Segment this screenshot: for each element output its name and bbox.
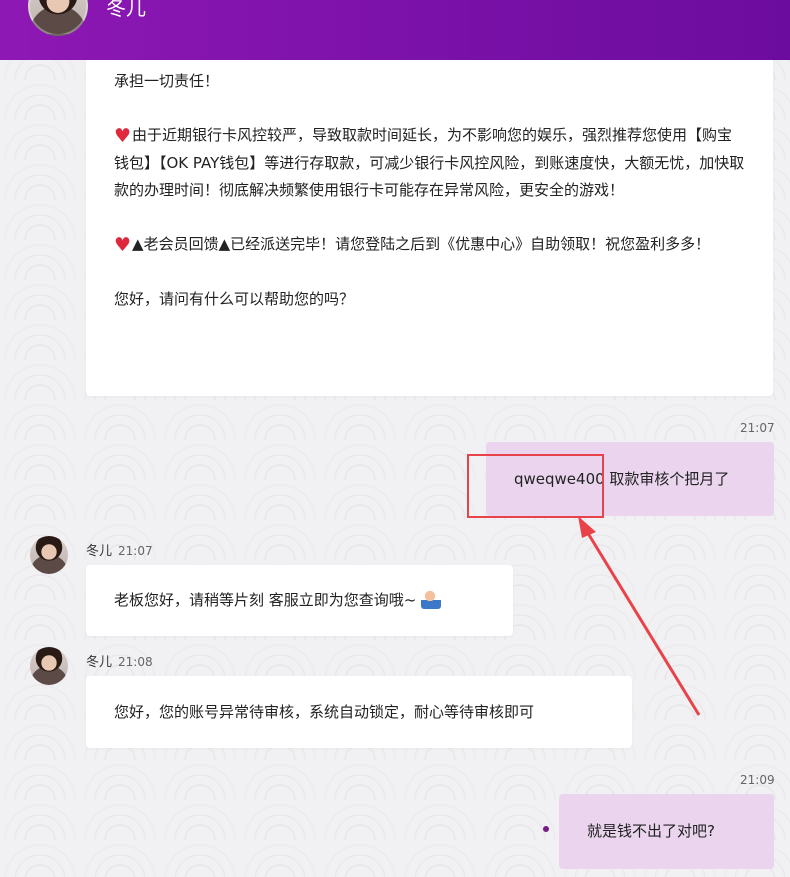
message-paragraph: ♥由于近期银行卡风控较严，导致取款时间延长，为不影响您的娱乐，强烈推荐您使用【购… xyxy=(114,122,745,204)
message-text: 就是钱不出了对吧? xyxy=(587,822,715,840)
message-text: 老板您好，请稍等片刻 客服立即为您查询哦~ xyxy=(114,591,417,609)
customer-service-emoji-icon xyxy=(421,589,442,609)
message-time: 21:08 xyxy=(118,655,153,669)
sender-info: 冬儿 21:08 xyxy=(86,651,153,670)
message-text: ▲老会员回馈▲已经派送完毕！请您登陆之后到《优惠中心》自助领取！祝您盈利多多！ xyxy=(132,235,711,253)
agent-message: 您好，您的账号异常待审核，系统自动锁定，耐心等待审核即可 xyxy=(86,676,632,748)
agent-avatar[interactable] xyxy=(28,0,88,36)
heart-icon: ♥ xyxy=(114,125,132,147)
agent-avatar[interactable] xyxy=(30,536,68,574)
message-time: 21:07 xyxy=(118,544,153,558)
message-time: 21:07 xyxy=(740,421,775,435)
unread-dot xyxy=(543,826,549,832)
sender-name: 冬儿 xyxy=(86,655,113,670)
message-text: 由于近期银行卡风控较严，导致取款时间延长，为不影响您的娱乐，强烈推荐您使用【购宝… xyxy=(114,126,745,199)
sender-info: 冬儿 21:07 xyxy=(86,540,153,559)
agent-name: 冬儿 xyxy=(106,0,146,20)
agent-message: 老板您好，请稍等片刻 客服立即为您查询哦~ xyxy=(86,565,513,636)
heart-icon: ♥ xyxy=(114,234,132,256)
message-paragraph: ♥▲老会员回馈▲已经派送完毕！请您登陆之后到《优惠中心》自助领取！祝您盈利多多！ xyxy=(114,231,745,259)
sender-name: 冬儿 xyxy=(86,544,113,559)
annotation-highlight-box xyxy=(467,454,604,518)
message-text: 您好，您的账号异常待审核，系统自动锁定，耐心等待审核即可 xyxy=(114,703,535,721)
agent-message-announcement: 承担一切责任！ ♥由于近期银行卡风控较严，导致取款时间延长，为不影响您的娱乐，强… xyxy=(86,40,773,396)
agent-avatar[interactable] xyxy=(30,647,68,685)
message-time: 21:09 xyxy=(740,773,775,787)
message-text: 您好，请问有什么可以帮助您的吗？ xyxy=(114,290,355,308)
message-text: 承担一切责任！ xyxy=(114,72,220,90)
chat-header: 冬儿 xyxy=(0,0,790,60)
user-message: 就是钱不出了对吧? xyxy=(559,794,774,869)
